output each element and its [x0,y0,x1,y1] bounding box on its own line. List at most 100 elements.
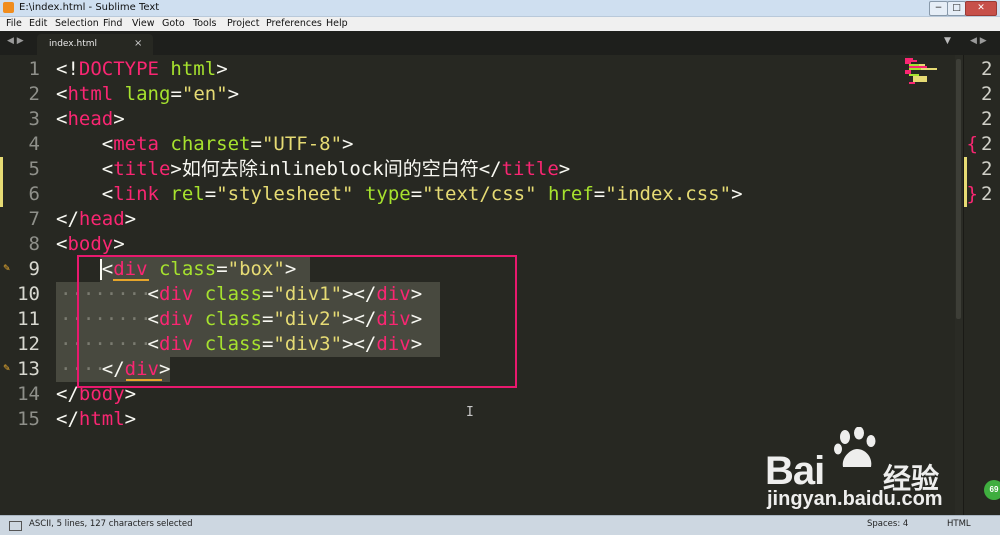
tab-nav-arrows-icon[interactable]: ◀ ▶ [7,36,24,46]
code-token: </ [56,383,79,405]
code-token: > [124,208,137,230]
line-number: 14 [17,383,40,405]
code-token: head [78,208,125,230]
status-selection-info: ASCII, 5 lines, 127 characters selected [29,519,193,529]
code-token: > [731,183,743,205]
code-token: = [250,133,262,155]
menu-edit[interactable]: Edit [29,17,47,31]
right-pane-line: 2 [964,82,1000,107]
title-bar: E:\index.html - Sublime Text − □ ✕ [0,0,1000,17]
code-token: html [78,408,125,430]
minimize-button[interactable]: − [929,1,948,16]
menu-selection[interactable]: Selection [55,17,99,31]
line-number: 7 [28,208,40,230]
code-token: > [113,108,125,130]
code-token: "index.css" [605,183,732,205]
close-button[interactable]: ✕ [965,1,997,16]
code-token: </ [56,208,79,230]
code-token: > [170,158,182,180]
menu-bar: File Edit Selection Find View Goto Tools… [0,17,1000,31]
code-line[interactable]: <meta charset="UTF-8"> [56,132,354,157]
code-line[interactable]: </head> [56,207,136,232]
pane-nav-arrows-icon[interactable]: ◀ ▶ [970,36,987,46]
code-line[interactable]: <head> [56,107,125,132]
line-number: 8 [28,233,40,255]
right-split-pane[interactable]: 2 2 2{2 2} 2 [963,55,1000,515]
modified-line-marker [0,157,3,182]
menu-project[interactable]: Project [227,17,260,31]
code-token: <! [56,58,79,80]
modified-line-marker [0,182,3,207]
code-line[interactable]: <title>如何去除inlineblock间的空白符</title> [56,157,571,182]
sublime-app-icon [3,2,14,13]
mouse-ibeam-cursor-icon: I [466,405,474,420]
tab-index-html[interactable]: index.html × [37,34,153,55]
code-token: DOCTYPE [78,58,159,80]
vertical-scrollbar[interactable] [955,55,963,515]
window-title: E:\index.html - Sublime Text [19,2,160,13]
code-token: html [67,83,114,105]
code-token: html [170,58,217,80]
line-number: 4 [28,133,40,155]
bookmark-icon[interactable]: ✎ [3,257,11,282]
syntax-selector[interactable]: HTML [947,519,971,529]
code-token: < [56,233,68,255]
code-line[interactable]: <!DOCTYPE html> [56,57,228,82]
code-token: "UTF-8" [261,133,343,155]
code-token: </ [478,158,502,180]
corner-badge: 69 [984,480,1000,500]
code-token: title [113,158,171,180]
right-pane-line: } 2 [964,182,1000,207]
code-token: > [113,233,125,255]
code-token: > [216,58,228,80]
tab-close-icon[interactable]: × [134,38,142,49]
menu-find[interactable]: Find [103,17,122,31]
menu-preferences[interactable]: Preferences [266,17,322,31]
line-number: 6 [28,183,40,205]
baidu-paw-logo-icon [834,427,876,467]
menu-help[interactable]: Help [326,17,348,31]
code-token: </ [56,408,79,430]
code-token: "text/css" [422,183,537,205]
right-pane-text: 2 [981,183,993,205]
brace-marker: { [966,133,978,155]
baidu-jingyan-watermark: Bai 经验 jingyan.baidu.com [765,425,955,515]
code-line[interactable]: <html lang="en"> [56,82,239,107]
code-token: = [410,183,423,205]
code-token: = [593,183,606,205]
menu-view[interactable]: View [132,17,155,31]
menu-file[interactable]: File [6,17,22,31]
maximize-button[interactable]: □ [947,1,966,16]
code-token: head [67,108,114,130]
code-line[interactable]: <link rel="stylesheet" type="text/css" h… [56,182,743,207]
right-pane-text: 2 [981,83,993,105]
indentation-setting[interactable]: Spaces: 4 [867,519,908,529]
minimap[interactable] [895,58,955,88]
tab-dropdown-icon[interactable]: ▼ [944,36,951,46]
right-pane-line: 2 [964,157,1000,182]
menu-goto[interactable]: Goto [162,17,185,31]
code-token: "stylesheet" [216,183,354,205]
right-pane-text: 2 [981,133,993,155]
code-line[interactable]: </html> [56,407,136,432]
line-number: 15 [17,408,40,430]
panel-toggle-icon[interactable] [9,521,22,531]
code-token: href [548,183,594,205]
watermark-domain: jingyan.baidu.com [767,488,943,510]
code-line[interactable]: <body> [56,232,125,257]
scrollbar-thumb[interactable] [956,59,961,319]
code-token: lang [124,83,171,105]
code-token: < [56,133,114,155]
status-bar: ASCII, 5 lines, 127 characters selected … [0,515,1000,535]
tab-bar: ◀ ▶ index.html × ▼ ◀ ▶ [0,31,1000,55]
minimap-line [909,82,915,84]
bookmark-icon[interactable]: ✎ [3,357,11,382]
line-number: 12 [17,333,40,355]
right-pane-text: 2 [981,58,993,80]
menu-tools[interactable]: Tools [193,17,216,31]
